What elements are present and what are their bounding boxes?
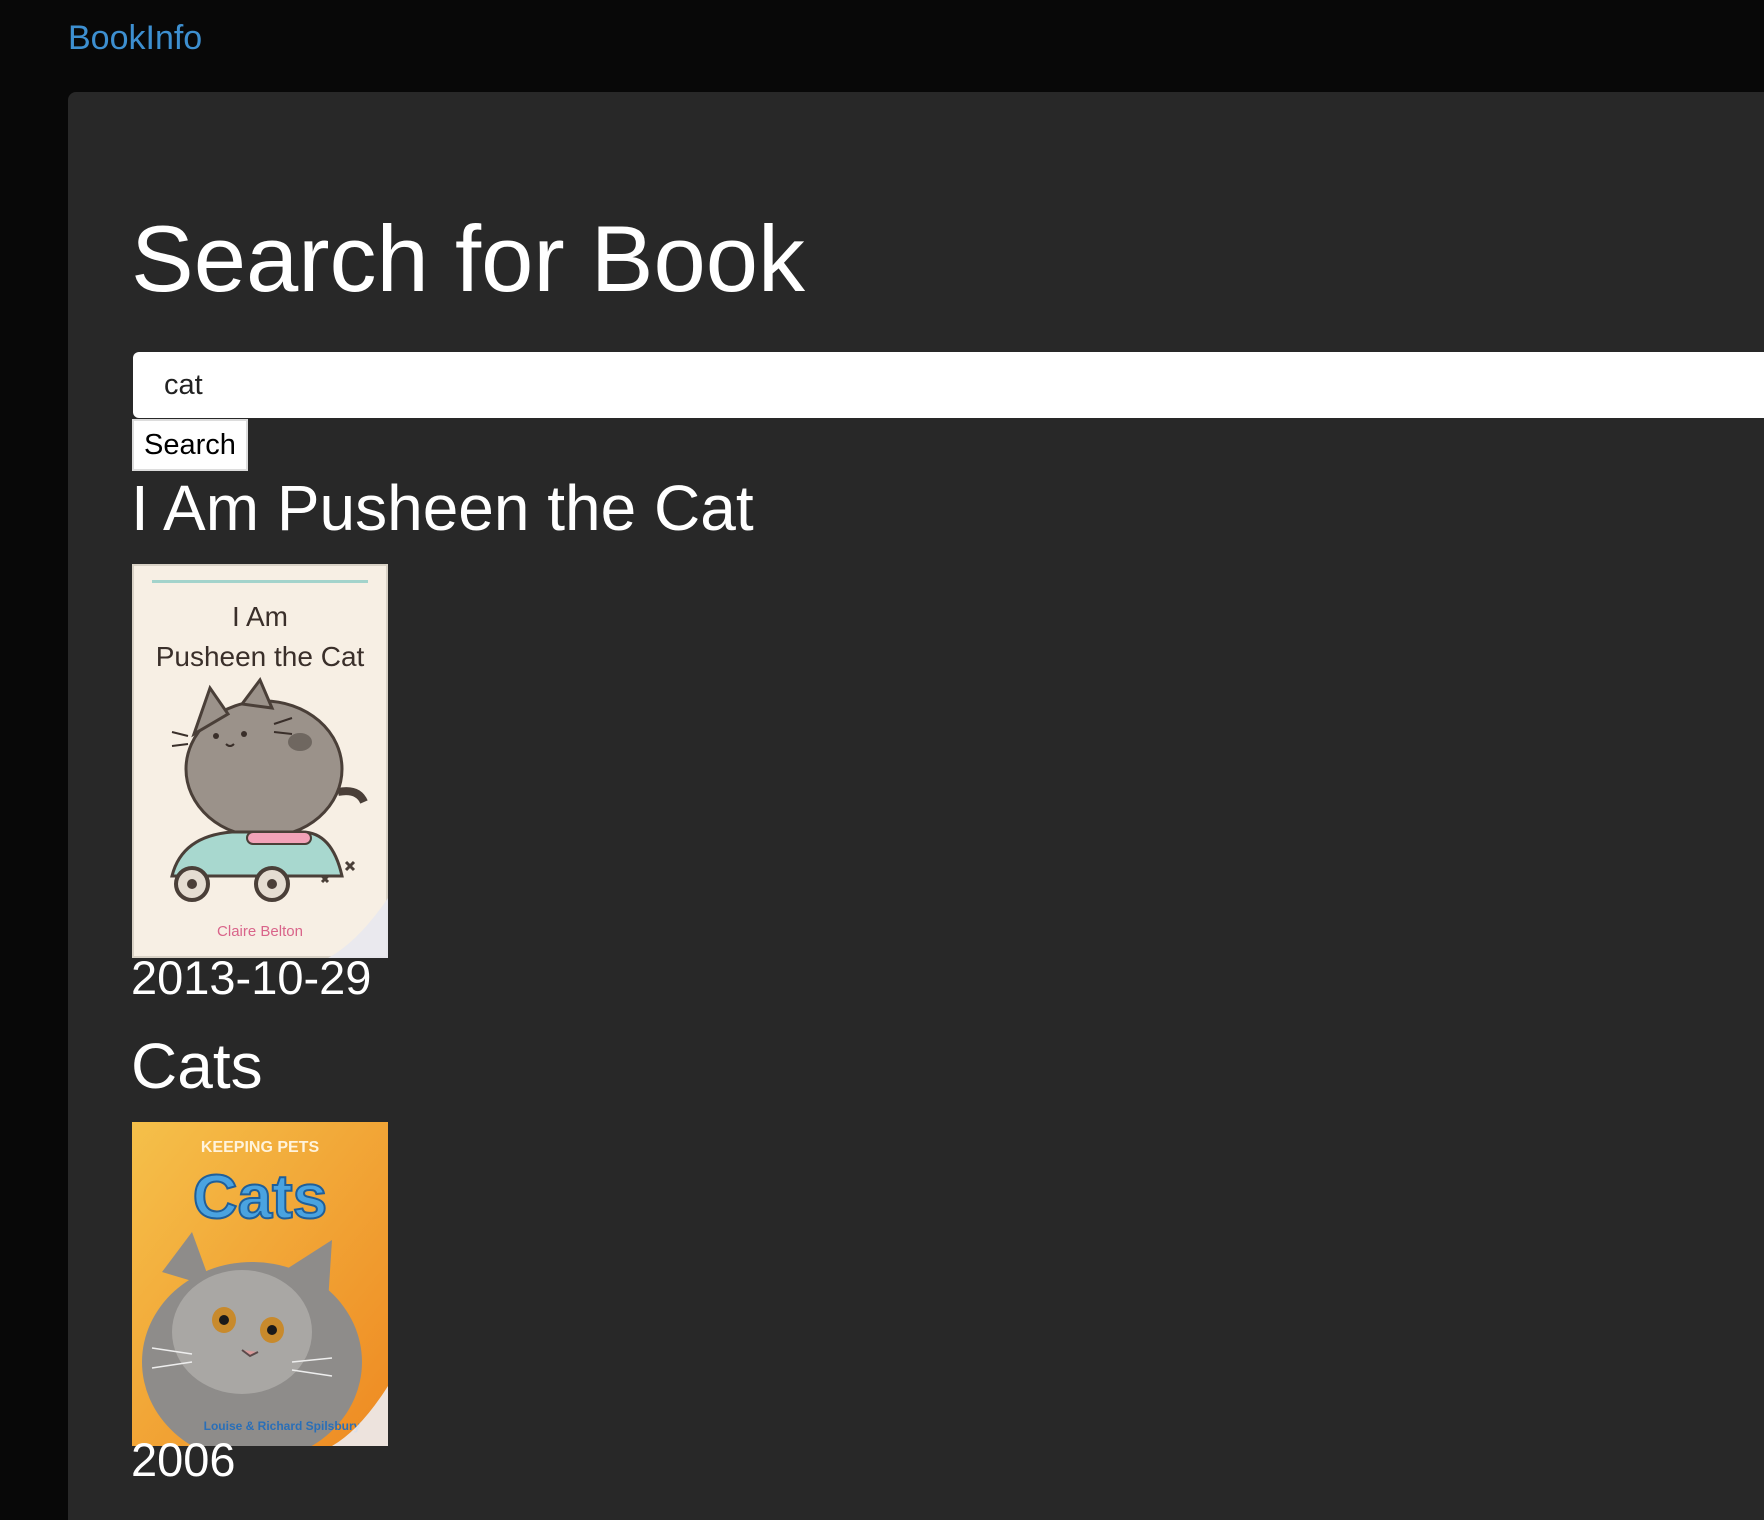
cover-series: KEEPING PETS <box>201 1139 320 1156</box>
cover-author: Louise & Richard Spilsbury <box>204 1419 361 1433</box>
result-date: 2006 <box>131 1433 236 1486</box>
cover-author: Claire Belton <box>217 923 303 940</box>
cover-heading: Cats <box>193 1163 327 1232</box>
search-button[interactable]: Search <box>132 419 248 471</box>
top-navbar: BookInfo <box>0 0 1764 92</box>
book-cover-image[interactable]: I Am Pusheen the Cat Claire Belton <box>132 564 388 958</box>
cover-heading-line1: I Am <box>232 601 288 632</box>
cats-cover-art: KEEPING PETS Cats Louise & Richard Spils… <box>132 1122 388 1446</box>
page-title: Search for Book <box>131 206 806 311</box>
search-input[interactable] <box>133 352 1764 418</box>
brand-link[interactable]: BookInfo <box>68 16 202 60</box>
result-title[interactable]: I Am Pusheen the Cat <box>131 470 754 546</box>
pusheen-cover-art: I Am Pusheen the Cat Claire Belton <box>132 564 388 958</box>
book-cover-image[interactable]: KEEPING PETS Cats Louise & Richard Spils… <box>132 1122 388 1446</box>
result-date: 2013-10-29 <box>131 951 372 1004</box>
result-title[interactable]: Cats <box>131 1028 263 1104</box>
main-container: Search for Book Search I Am Pusheen the … <box>68 92 1764 1520</box>
kitten-illustration <box>142 1232 362 1446</box>
cover-heading-line2: Pusheen the Cat <box>156 641 365 672</box>
